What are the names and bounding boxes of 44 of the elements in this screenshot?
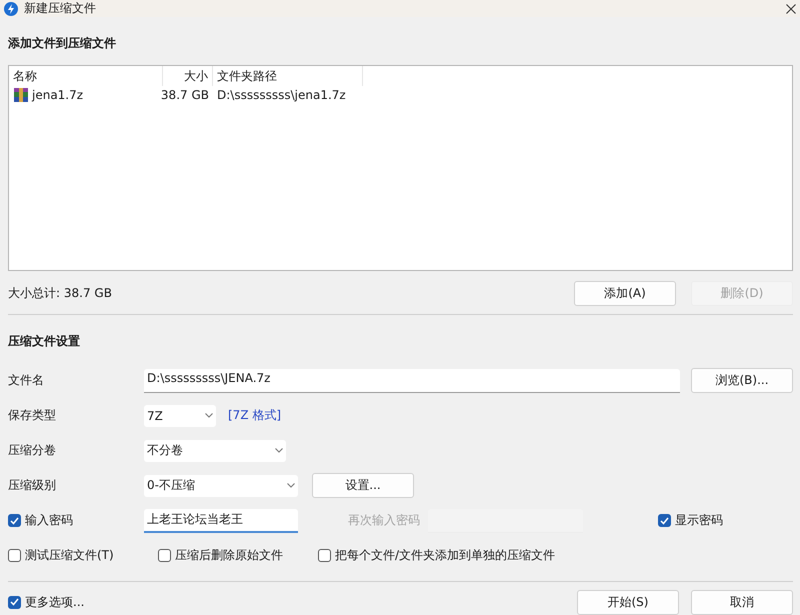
field-label: 保存类型	[8, 407, 56, 424]
list-button[interactable]: 添加(A)	[574, 280, 676, 306]
checkbox-label[interactable]: 显示密码	[675, 512, 723, 529]
checkbox[interactable]	[158, 549, 171, 562]
checkbox[interactable]	[8, 596, 21, 608]
table-cell-text: D:\sssssssss\jena1.7z	[216, 88, 347, 102]
password-field[interactable]: 上老王论坛当老王	[144, 508, 298, 532]
checkbox-label[interactable]: 输入密码	[25, 512, 73, 529]
total-size: 大小总计: 38.7 GB	[8, 284, 112, 302]
chevron-down-icon	[205, 413, 213, 418]
field-label: 再次输入密码	[348, 512, 420, 529]
archive-icon	[13, 87, 29, 103]
checkbox-label[interactable]: 更多选项...	[25, 594, 84, 610]
field-label: 文件名	[8, 372, 44, 389]
format-dropdown[interactable]: 7Z	[144, 404, 216, 426]
format-link[interactable]: [7Z 格式]	[228, 407, 282, 424]
settings-button[interactable]: 设置...	[312, 473, 414, 498]
checkbox-label[interactable]: 压缩后删除原始文件	[175, 547, 283, 564]
window-title: 新建压缩文件	[24, 0, 97, 17]
column-header[interactable]: 文件夹路径	[213, 66, 363, 86]
checkbox[interactable]	[318, 549, 331, 562]
field-label: 压缩级别	[8, 477, 56, 494]
table-cell-text: 38.7 GB	[163, 88, 210, 102]
checkbox[interactable]	[658, 514, 671, 527]
column-header[interactable]: 大小	[163, 66, 213, 86]
browse-button[interactable]: 浏览(B)...	[691, 368, 793, 393]
chevron-down-icon	[275, 448, 283, 453]
section-heading: 添加文件到压缩文件	[8, 35, 116, 52]
checkbox-label[interactable]: 测试压缩文件(T)	[25, 547, 114, 564]
checkbox-label[interactable]: 把每个文件/文件夹添加到单独的压缩文件	[335, 547, 556, 564]
field-label: 压缩分卷	[8, 442, 56, 459]
level-dropdown[interactable]: 0-不压缩	[144, 474, 298, 496]
dialog-button[interactable]: 开始(S)	[577, 590, 679, 614]
section-heading: 压缩文件设置	[8, 333, 80, 350]
filename-field[interactable]: D:\sssssssss\JENA.7z	[144, 368, 680, 392]
chevron-down-icon	[287, 483, 295, 488]
checkbox[interactable]	[8, 514, 21, 527]
checkbox[interactable]	[8, 549, 21, 562]
volume-dropdown[interactable]: 不分卷	[144, 440, 286, 462]
dialog-button[interactable]: 取消	[691, 590, 793, 614]
app-icon	[4, 2, 18, 16]
close-icon[interactable]	[786, 4, 796, 14]
table-cell: jena1.7z	[9, 87, 163, 103]
column-header[interactable]: 名称	[9, 66, 163, 86]
